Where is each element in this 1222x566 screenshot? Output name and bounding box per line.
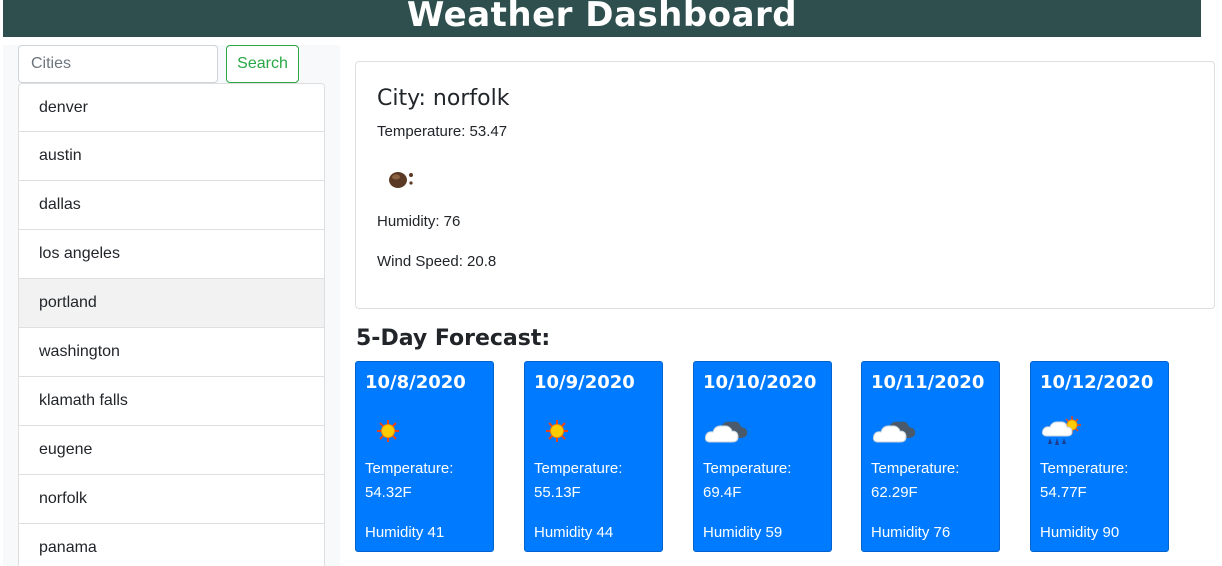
forecast-humidity: Humidity 59 [703,524,783,541]
city-item-panama[interactable]: panama [18,524,325,566]
city-item-austin[interactable]: austin [18,132,325,181]
header: Weather Dashboard [3,0,1201,37]
forecast-temperature-value: 54.77F [1040,484,1087,501]
city-item-los-angeles[interactable]: los angeles [18,230,325,279]
forecast-date: 10/8/2020 [365,372,466,393]
cloud-icon [704,421,748,443]
forecast-temperature-label: Temperature: [871,460,960,477]
forecast-humidity: Humidity 76 [871,524,951,541]
forecast-humidity: Humidity 90 [1040,524,1120,541]
current-temperature: Temperature: 53.47 [377,123,508,140]
forecast-card: 10/9/2020 Temperature: 55.13F Humidity 4… [524,361,663,552]
forecast-temperature-value: 55.13F [534,484,581,501]
city-item-norfolk[interactable]: norfolk [18,475,325,524]
fog-icon [389,172,413,188]
city-item-portland[interactable]: portland [18,279,325,328]
forecast-card: 10/12/2020 Temperature: 54.77F Humidity … [1030,361,1169,552]
forecast-temperature-label: Temperature: [365,460,454,477]
forecast-card: 10/8/2020 Temperature: 54.32F Humidity 4… [355,361,494,552]
forecast-temperature-value: 62.29F [871,484,918,501]
sun-icon [377,420,399,442]
forecast-temperature-label: Temperature: [534,460,623,477]
forecast-temperature-value: 54.32F [365,484,412,501]
city-item-eugene[interactable]: eugene [18,426,325,475]
city-list: denver austin dallas los angeles portlan… [18,83,325,566]
forecast-card: 10/10/2020 Temperature: 69.4F Humidity 5… [693,361,832,552]
page-title: Weather Dashboard [406,0,798,35]
current-wind-speed: Wind Speed: 20.8 [377,253,497,270]
city-item-denver[interactable]: denver [18,83,325,132]
sidebar: Search denver austin dallas los angeles … [3,45,340,566]
forecast-date: 10/10/2020 [703,372,817,393]
forecast-temperature-value: 69.4F [703,484,742,501]
forecast-humidity: Humidity 41 [365,524,445,541]
forecast-date: 10/9/2020 [534,372,635,393]
current-humidity: Humidity: 76 [377,213,461,230]
city-item-washington[interactable]: washington [18,328,325,377]
forecast-card: 10/11/2020 Temperature: 62.29F Humidity … [861,361,1000,552]
current-weather-card: City: norfolk Temperature: 53.47 Humidit… [355,61,1215,309]
search-input[interactable] [18,45,218,83]
forecast-date: 10/11/2020 [871,372,985,393]
sun-icon [546,420,568,442]
forecast-temperature-label: Temperature: [1040,460,1129,477]
rain-sun-icon [1041,416,1081,445]
forecast-temperature-label: Temperature: [703,460,792,477]
forecast-title: 5-Day Forecast: [356,326,551,351]
city-item-dallas[interactable]: dallas [18,181,325,230]
city-item-klamath-falls[interactable]: klamath falls [18,377,325,426]
current-city-title: City: norfolk [377,86,510,111]
forecast-date: 10/12/2020 [1040,372,1154,393]
forecast-humidity: Humidity 44 [534,524,614,541]
cloud-icon [872,421,916,443]
search-button[interactable]: Search [226,45,299,83]
